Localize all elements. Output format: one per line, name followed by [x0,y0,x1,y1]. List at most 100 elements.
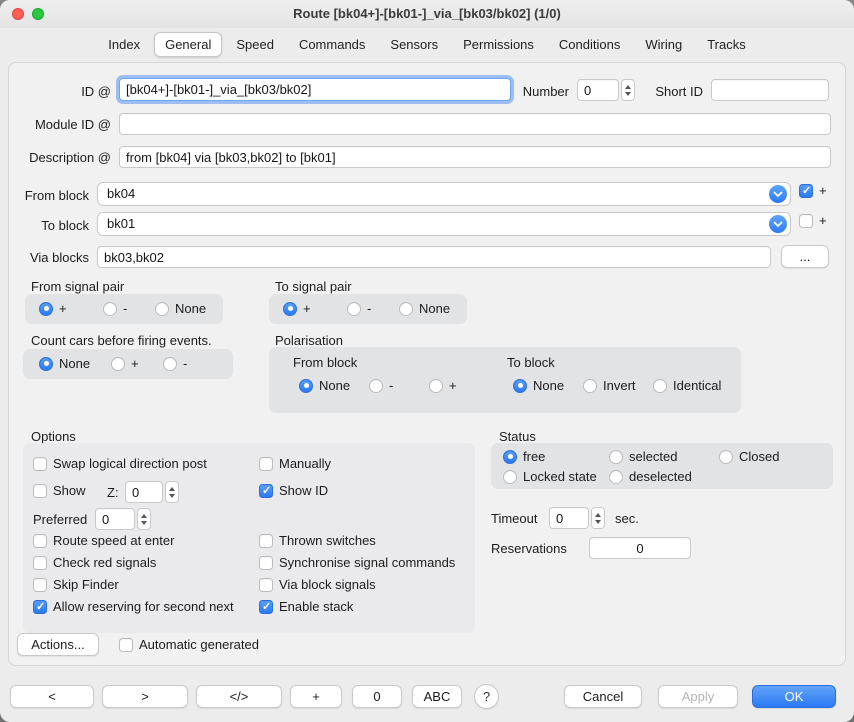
checkbox-thrown-switches[interactable]: Thrown switches [259,533,376,548]
radio-label: None [319,378,350,393]
xml-button[interactable]: </> [196,685,282,708]
checkbox [33,556,47,570]
radio-label: None [59,356,90,371]
radio-polar-to-none[interactable]: None [513,378,564,393]
reservations-label: Reservations [491,541,567,556]
module-id-input[interactable] [119,113,831,135]
description-input[interactable] [119,146,831,168]
tab-tracks[interactable]: Tracks [696,32,757,57]
options-title: Options [31,429,76,444]
to-block-plus-checkbox[interactable]: + [799,213,827,228]
z-input[interactable] [125,481,163,503]
timeout-input[interactable] [549,507,589,529]
radio-button [347,302,361,316]
stepper-down-icon [595,520,601,524]
radio-polar-from-plus[interactable]: + [429,378,457,393]
radio-status-deselected[interactable]: deselected [609,469,692,484]
checkbox-automatic-generated[interactable]: Automatic generated [119,637,259,652]
radio-label: Locked state [523,469,597,484]
radio-status-locked-state[interactable]: Locked state [503,469,597,484]
tab-index[interactable]: Index [97,32,151,57]
checkbox-manually[interactable]: Manually [259,456,331,471]
checkbox-show[interactable]: Show [33,483,86,498]
to-block-select[interactable]: bk01 [97,212,791,236]
checkbox-label: Show ID [279,483,328,498]
tab-permissions[interactable]: Permissions [452,32,545,57]
checkbox-enable-stack[interactable]: Enable stack [259,599,353,614]
radio-to-signal-none[interactable]: None [399,301,450,316]
number-stepper[interactable] [621,79,635,101]
help-button[interactable]: ? [474,684,499,709]
short-id-input[interactable] [711,79,829,101]
checkbox-swap-logical-direction[interactable]: Swap logical direction post [33,456,207,471]
z-stepper[interactable] [165,481,179,503]
radio-from-signal-plus[interactable]: + [39,301,67,316]
checkbox-check-red-signals[interactable]: Check red signals [33,555,156,570]
abc-button[interactable]: ABC [412,685,462,708]
checkbox [259,484,273,498]
checkbox-label: Show [53,483,86,498]
number-input[interactable] [577,79,619,101]
prev-button[interactable]: < [10,685,94,708]
radio-polar-to-invert[interactable]: Invert [583,378,636,393]
cancel-button[interactable]: Cancel [564,685,642,708]
radio-label: + [131,356,139,371]
radio-status-selected[interactable]: selected [609,449,677,464]
reservations-input[interactable] [589,537,691,559]
from-block-select[interactable]: bk04 [97,182,791,206]
description-label: Description @ [9,150,111,165]
tab-sensors[interactable]: Sensors [379,32,449,57]
checkbox-label: Swap logical direction post [53,456,207,471]
checkbox-via-block-signals[interactable]: Via block signals [259,577,376,592]
via-blocks-browse-button[interactable]: ... [781,245,829,268]
preferred-stepper[interactable] [137,508,151,530]
checkbox-route-speed-at-enter[interactable]: Route speed at enter [33,533,174,548]
radio-polar-from-none[interactable]: None [299,378,350,393]
checkbox [33,484,47,498]
radio-button [163,357,177,371]
radio-button [39,357,53,371]
checkbox-show-id[interactable]: Show ID [259,483,328,498]
radio-to-signal-minus[interactable]: - [347,301,371,316]
next-button[interactable]: > [102,685,188,708]
tab-commands[interactable]: Commands [288,32,376,57]
radio-polar-from-minus[interactable]: - [369,378,393,393]
radio-from-signal-minus[interactable]: - [103,301,127,316]
radio-status-free[interactable]: free [503,449,545,464]
plus-label: + [819,213,827,228]
via-blocks-input[interactable] [97,246,771,268]
from-block-plus-checkbox[interactable]: + [799,183,827,198]
tab-wiring[interactable]: Wiring [634,32,693,57]
checkbox-skip-finder[interactable]: Skip Finder [33,577,119,592]
radio-count-plus[interactable]: + [111,356,139,371]
tab-speed[interactable]: Speed [225,32,285,57]
apply-button[interactable]: Apply [658,685,738,708]
radio-count-none[interactable]: None [39,356,90,371]
radio-label: - [367,301,371,316]
checkbox [33,600,47,614]
checkbox-label: Enable stack [279,599,353,614]
radio-label: free [523,449,545,464]
actions-button[interactable]: Actions... [17,633,99,656]
radio-to-signal-plus[interactable]: + [283,301,311,316]
radio-label: + [303,301,311,316]
radio-polar-to-identical[interactable]: Identical [653,378,721,393]
radio-status-closed[interactable]: Closed [719,449,779,464]
checkbox [119,638,133,652]
radio-from-signal-none[interactable]: None [155,301,206,316]
ok-button[interactable]: OK [752,685,836,708]
id-input[interactable] [119,78,511,101]
preferred-input[interactable] [95,508,135,530]
radio-button [369,379,383,393]
checkbox-synchronise-signal-commands[interactable]: Synchronise signal commands [259,555,455,570]
stepper-down-icon [141,521,147,525]
timeout-stepper[interactable] [591,507,605,529]
checkbox-allow-reserving-second-next[interactable]: Allow reserving for second next [33,599,234,614]
radio-label: None [533,378,564,393]
radio-count-minus[interactable]: - [163,356,187,371]
radio-button [299,379,313,393]
tab-general[interactable]: General [154,32,222,57]
tab-conditions[interactable]: Conditions [548,32,631,57]
add-button[interactable]: + [290,685,342,708]
zero-button[interactable]: 0 [352,685,402,708]
